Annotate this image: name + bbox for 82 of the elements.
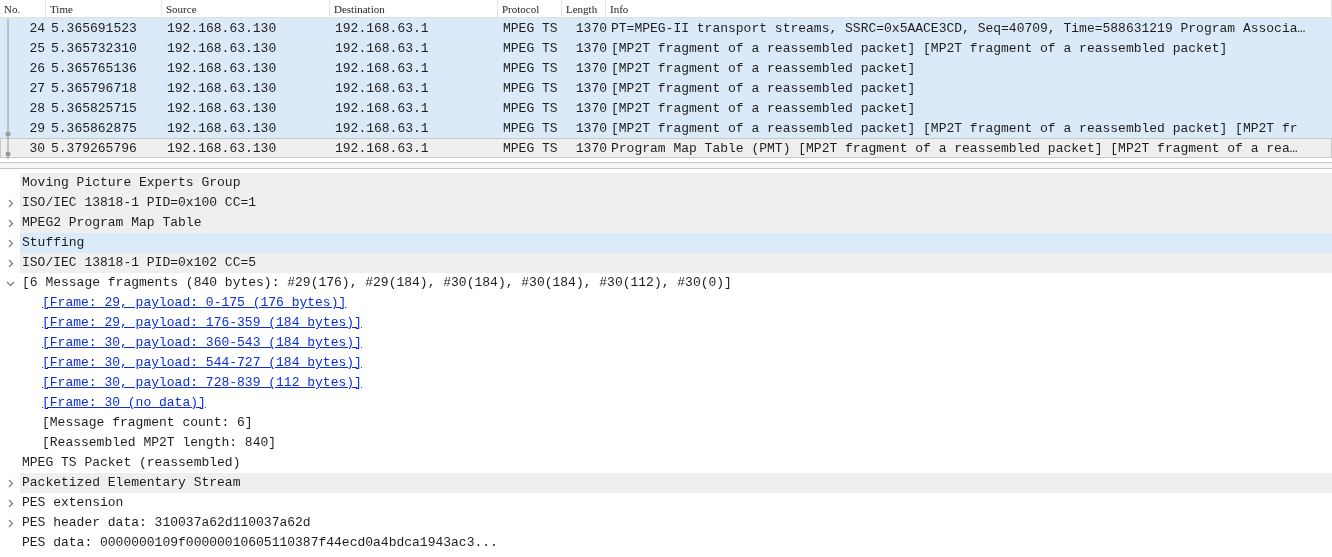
table-cell: 1370 — [575, 101, 607, 116]
tree-item[interactable]: PES data: 0000000109f00000010605110387f44ecd0a4bdca1943ac3... — [20, 533, 1332, 553]
packet-row[interactable]: 25 5.365732310 192.168.63.130 192.168.63.1 MPEG TS 1370 [MP2T fragment of a reassembled packet] [MP2T fragment of a reassembled packet] — [0, 38, 1332, 58]
frame-link[interactable]: [Frame: 30, payload: 728-839 (112 bytes)] — [42, 375, 362, 390]
table-cell: 192.168.63.130 — [167, 81, 277, 96]
frame-link[interactable]: [Frame: 30, payload: 360-543 (184 bytes)] — [42, 335, 362, 350]
frame-link[interactable]: [Frame: 29, payload: 0-175 (176 bytes)] — [42, 295, 347, 310]
frame-link[interactable]: [Frame: 30, payload: 544-727 (184 bytes)] — [42, 355, 362, 370]
table-cell: 192.168.63.1 — [335, 41, 429, 56]
packet-row[interactable]: 30 5.379265796 192.168.63.130 192.168.63.1 MPEG TS 1370 Program Map Table (PMT) [MP2T fragment of a reassembled packet] [MP2T fragment of a rea… — [0, 138, 1332, 158]
tree-item[interactable]: MPEG TS Packet (reassembled) — [20, 453, 1332, 473]
table-cell: 192.168.63.1 — [335, 141, 429, 156]
table-cell: 5.365765136 — [51, 61, 137, 76]
packet-row[interactable]: 27 5.365796718 192.168.63.130 192.168.63.1 MPEG TS 1370 [MP2T fragment of a reassembled packet] — [0, 78, 1332, 98]
packet-row[interactable]: 29 5.365862875 192.168.63.130 192.168.63.1 MPEG TS 1370 [MP2T fragment of a reassembled packet] [MP2T fragment of a reassembled packet] [MP2T fr — [0, 118, 1332, 138]
table-cell: 192.168.63.1 — [335, 61, 429, 76]
packet-row[interactable]: 26 5.365765136 192.168.63.130 192.168.63.1 MPEG TS 1370 [MP2T fragment of a reassembled packet] — [0, 58, 1332, 78]
table-cell: 192.168.63.130 — [167, 41, 277, 56]
table-cell: 192.168.63.1 — [335, 81, 429, 96]
table-cell: 192.168.63.130 — [167, 141, 277, 156]
table-cell: 192.168.63.1 — [335, 21, 429, 36]
frame-link[interactable]: [Frame: 29, payload: 176-359 (184 bytes)] — [42, 315, 362, 330]
tree-item[interactable]: Packetized Elementary Stream — [20, 473, 1332, 493]
table-cell: 5.365691523 — [51, 21, 137, 36]
table-cell: MPEG TS — [503, 81, 558, 96]
column-header[interactable]: Source — [166, 3, 197, 15]
tree-item[interactable]: MPEG2 Program Map Table — [20, 213, 1332, 233]
table-cell: [MP2T fragment of a reassembled packet] [MP2T fragment of a reassembled packet] — [611, 41, 1228, 56]
table-cell: 1370 — [575, 81, 607, 96]
tree-item[interactable]: Moving Picture Experts Group — [20, 173, 1332, 193]
table-cell: 192.168.63.130 — [167, 121, 277, 136]
table-cell-text: 27 — [29, 80, 45, 98]
column-header[interactable]: Destination — [334, 3, 385, 15]
table-cell: 192.168.63.130 — [167, 21, 277, 36]
tree-item[interactable]: [Message fragment count: 6] — [42, 415, 253, 430]
table-cell: PT=MPEG-II transport streams, SSRC=0x5AACE3CD, Seq=40709, Time=588631219 Program Associa… — [611, 21, 1306, 36]
table-cell-text: 26 — [29, 60, 45, 78]
frame-link[interactable]: [Frame: 30 (no data)] — [42, 395, 206, 410]
tree-item[interactable]: ISO/IEC 13818-1 PID=0x100 CC=1 — [20, 193, 1332, 213]
tree-item[interactable]: [6 Message fragments (840 bytes): #29(176), #29(184), #30(184), #30(184), #30(112), #30(0)] — [20, 273, 1332, 293]
tree-item[interactable]: [Reassembled MP2T length: 840] — [42, 435, 277, 450]
table-cell: MPEG TS — [503, 61, 558, 76]
table-cell: 5.365732310 — [51, 41, 137, 56]
table-cell: [MP2T fragment of a reassembled packet] — [611, 61, 916, 76]
table-cell: MPEG TS — [503, 21, 558, 36]
tree-item[interactable]: Stuffing — [20, 233, 1332, 253]
column-header[interactable]: No. — [4, 3, 21, 15]
table-cell: 192.168.63.130 — [167, 101, 277, 116]
table-cell: 5.379265796 — [51, 141, 137, 156]
table-cell-text: 28 — [29, 100, 45, 118]
table-cell: 192.168.63.1 — [335, 121, 429, 136]
column-header[interactable]: Protocol — [502, 3, 540, 15]
column-header[interactable]: Time — [50, 3, 73, 15]
table-cell: 1370 — [575, 141, 607, 156]
table-cell: 5.365796718 — [51, 81, 137, 96]
table-cell: MPEG TS — [503, 41, 558, 56]
table-cell: MPEG TS — [503, 121, 558, 136]
tree-item[interactable]: ISO/IEC 13818-1 PID=0x102 CC=5 — [20, 253, 1332, 273]
table-cell-text: 29 — [29, 120, 45, 138]
table-cell: 5.365825715 — [51, 101, 137, 116]
table-cell: [MP2T fragment of a reassembled packet] — [611, 81, 916, 96]
table-cell: [MP2T fragment of a reassembled packet] — [611, 101, 916, 116]
table-cell: MPEG TS — [503, 101, 558, 116]
table-cell: 192.168.63.1 — [335, 101, 429, 116]
table-cell-text: 24 — [29, 20, 45, 38]
table-cell: 5.365862875 — [51, 121, 137, 136]
table-cell: MPEG TS — [503, 141, 558, 156]
table-cell-text: 30 — [29, 140, 45, 158]
table-cell: 1370 — [575, 61, 607, 76]
table-cell: 192.168.63.130 — [167, 61, 277, 76]
table-cell: Program Map Table (PMT) [MP2T fragment of a reassembled packet] [MP2T fragment of a rea… — [611, 141, 1298, 156]
packet-row[interactable]: 24 5.365691523 192.168.63.130 192.168.63.1 MPEG TS 1370 PT=MPEG-II transport streams, SSRC=0x5AACE3CD, Seq=40709, Time=588631219 Program Associa… — [0, 18, 1332, 38]
packet-row[interactable]: 28 5.365825715 192.168.63.130 192.168.63.1 MPEG TS 1370 [MP2T fragment of a reassembled packet] — [0, 98, 1332, 118]
column-header[interactable]: Length — [566, 3, 598, 15]
table-cell-text: 25 — [29, 40, 45, 58]
column-header[interactable]: Info — [610, 3, 629, 15]
table-cell: 1370 — [575, 21, 607, 36]
tree-item[interactable]: PES header data: 310037a62d110037a62d — [20, 513, 1332, 533]
tree-item[interactable]: PES extension — [20, 493, 1332, 513]
table-cell: [MP2T fragment of a reassembled packet] [MP2T fragment of a reassembled packet] [MP2T fr — [611, 121, 1298, 136]
table-cell: 1370 — [575, 41, 607, 56]
table-cell: 1370 — [575, 121, 607, 136]
